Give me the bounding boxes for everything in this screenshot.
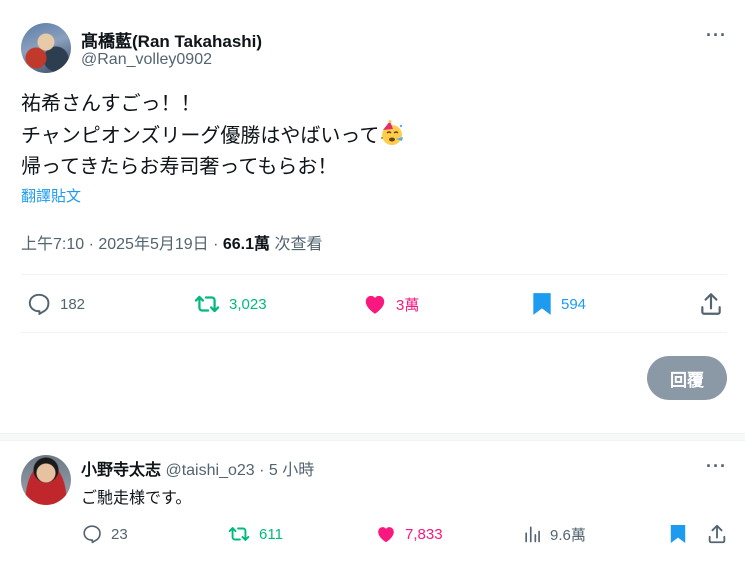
partying-face-icon bbox=[379, 120, 404, 145]
views-label: 次查看 bbox=[270, 236, 323, 253]
retweet-count: 3,023 bbox=[229, 295, 267, 313]
retweet-icon bbox=[228, 527, 250, 541]
section-separator bbox=[0, 433, 745, 441]
like-action[interactable]: 3萬 bbox=[362, 291, 419, 317]
reply-author-avatar[interactable] bbox=[21, 455, 71, 505]
author-display-name[interactable]: 髙橋藍(Ran Takahashi) bbox=[81, 27, 262, 52]
reply-like-count: 7,833 bbox=[405, 525, 443, 543]
reply-reply-count: 23 bbox=[111, 525, 128, 543]
reply-more-options-icon[interactable]: ··· bbox=[706, 456, 727, 477]
tweet-meta: 上午7:10 · 2025年5月19日 · 66.1萬 次查看 bbox=[21, 230, 322, 254]
reply-action[interactable]: 182 bbox=[26, 291, 85, 317]
reply-text: ご馳走様です。 bbox=[81, 490, 192, 507]
reply-icon bbox=[83, 525, 101, 544]
tweet-line: 帰ってきたらお寿司奢ってもらお！ bbox=[21, 156, 338, 178]
share-action[interactable] bbox=[698, 291, 724, 317]
tweet-line: 祐希さんすごっ！！ bbox=[21, 93, 201, 115]
bookmark-action[interactable]: 594 bbox=[531, 291, 586, 317]
share-icon bbox=[701, 293, 721, 315]
reply-views-count: 9.6萬 bbox=[550, 526, 586, 544]
views-count: 66.1萬 bbox=[222, 236, 271, 253]
heart-icon bbox=[378, 527, 394, 543]
tweet-line: チャンピオンズリーグ優勝はやばいって bbox=[21, 120, 711, 152]
author-avatar[interactable] bbox=[21, 23, 71, 73]
author-handle[interactable]: @Ran_volley0902 bbox=[81, 51, 212, 69]
views-chart-icon bbox=[525, 526, 540, 543]
reply-author-name[interactable]: 小野寺太志 bbox=[81, 462, 161, 479]
reply-header: 小野寺太志 @taishi_o23 · 5 小時 bbox=[81, 456, 314, 480]
retweet-icon bbox=[194, 295, 220, 313]
reply-reply-action[interactable]: 23 bbox=[81, 523, 128, 545]
reply-views-action[interactable]: 9.6萬 bbox=[522, 523, 586, 545]
reply-bookmark-action[interactable] bbox=[669, 523, 687, 545]
bookmark-icon bbox=[533, 293, 551, 315]
reply-icon bbox=[28, 293, 50, 315]
reply-share-action[interactable] bbox=[706, 523, 728, 545]
reply-retweet-count: 611 bbox=[259, 525, 283, 543]
divider bbox=[21, 332, 727, 333]
reply-count: 182 bbox=[60, 295, 86, 313]
bookmark-count: 594 bbox=[561, 295, 587, 313]
like-count: 3萬 bbox=[396, 296, 420, 314]
reply-time[interactable]: · 5 小時 bbox=[255, 462, 314, 479]
reply-retweet-action[interactable]: 611 bbox=[227, 523, 283, 545]
reply-like-action[interactable]: 7,833 bbox=[375, 523, 443, 545]
translate-post-link[interactable]: 翻譯貼文 bbox=[21, 185, 81, 206]
divider bbox=[21, 274, 727, 275]
reply-button[interactable]: 回覆 bbox=[647, 356, 727, 400]
more-options-icon[interactable]: ··· bbox=[706, 25, 727, 46]
tweet-timestamp[interactable]: 上午7:10 · 2025年5月19日 · bbox=[21, 236, 223, 253]
share-icon bbox=[708, 524, 726, 544]
heart-icon bbox=[365, 295, 385, 314]
bookmark-icon bbox=[670, 525, 686, 543]
tweet-text: 祐希さんすごっ！！ チャンピオンズリーグ優勝はやばいって 帰ってきたらお寿司奢っ… bbox=[21, 89, 711, 183]
retweet-action[interactable]: 3,023 bbox=[193, 291, 267, 317]
reply-author-handle[interactable]: @taishi_o23 bbox=[165, 462, 254, 479]
